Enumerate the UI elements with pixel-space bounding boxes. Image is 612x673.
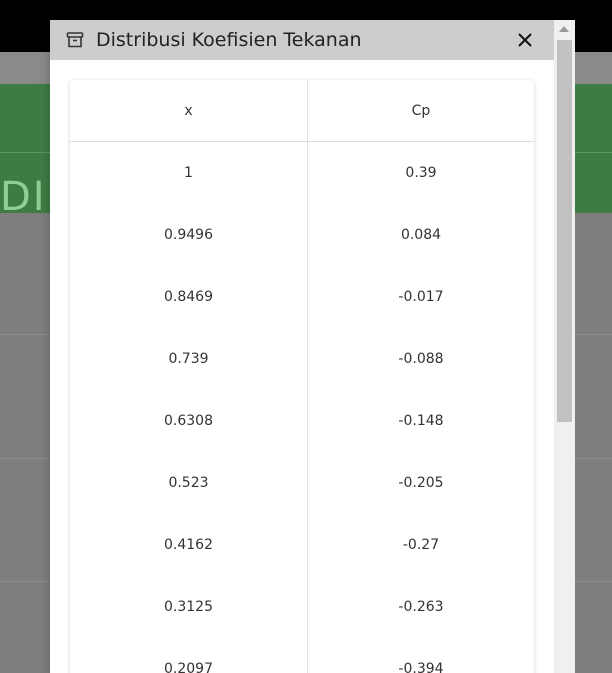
table-row: 0.523 -0.205 xyxy=(70,452,534,514)
table-row: 0.8469 -0.017 xyxy=(70,266,534,328)
table-header-row: x Cp xyxy=(70,80,534,142)
pressure-table: x Cp 1 0.39 0.9496 0.084 0.8469 -0.017 0… xyxy=(70,80,534,673)
table-row: 0.6308 -0.148 xyxy=(70,390,534,452)
data-table-card: x Cp 1 0.39 0.9496 0.084 0.8469 -0.017 0… xyxy=(70,80,534,673)
pressure-coefficient-dialog: Distribusi Koefisien Tekanan x Cp 1 0.39… xyxy=(50,20,554,673)
cell-x: 0.2097 xyxy=(70,638,308,673)
column-header-cp: Cp xyxy=(307,80,534,142)
cell-cp: 0.39 xyxy=(405,165,437,181)
cell-x: 0.739 xyxy=(70,328,308,390)
cell-x: 0.523 xyxy=(70,452,308,514)
archive-icon xyxy=(66,31,84,49)
cell-cp: -0.017 xyxy=(398,289,444,305)
table-row: 1 0.39 xyxy=(70,141,534,204)
cell-x: 1 xyxy=(70,141,308,204)
table-row: 0.9496 0.084 xyxy=(70,204,534,266)
scroll-up-arrow-icon[interactable] xyxy=(559,26,569,32)
cell-x: 0.8469 xyxy=(70,266,308,328)
column-header-x: x xyxy=(70,80,308,142)
cell-x: 0.3125 xyxy=(70,576,308,638)
table-row: 0.2097 -0.394 xyxy=(70,638,534,673)
cell-cp: -0.205 xyxy=(398,475,444,491)
cell-cp: -0.27 xyxy=(402,537,440,553)
table-row: 0.3125 -0.263 xyxy=(70,576,534,638)
table-row: 0.739 -0.088 xyxy=(70,328,534,390)
table-row: 0.4162 -0.27 xyxy=(70,514,534,576)
cell-cp: -0.394 xyxy=(398,661,444,673)
page: DIL Distribusi Koefisien Tekanan x Cp 1 … xyxy=(0,0,612,673)
scrollbar-thumb[interactable] xyxy=(557,40,572,422)
cell-cp: -0.263 xyxy=(398,599,444,615)
close-button[interactable] xyxy=(510,25,540,55)
dialog-title: Distribusi Koefisien Tekanan xyxy=(96,29,362,51)
cell-cp: -0.088 xyxy=(398,351,444,367)
cell-cp: -0.148 xyxy=(398,413,444,429)
cell-cp: 0.084 xyxy=(400,227,442,243)
cell-x: 0.9496 xyxy=(70,204,308,266)
dialog-header: Distribusi Koefisien Tekanan xyxy=(50,20,554,60)
cell-x: 0.4162 xyxy=(70,514,308,576)
close-icon xyxy=(518,33,532,47)
cell-x: 0.6308 xyxy=(70,390,308,452)
dialog-scrollbar[interactable] xyxy=(554,20,575,673)
